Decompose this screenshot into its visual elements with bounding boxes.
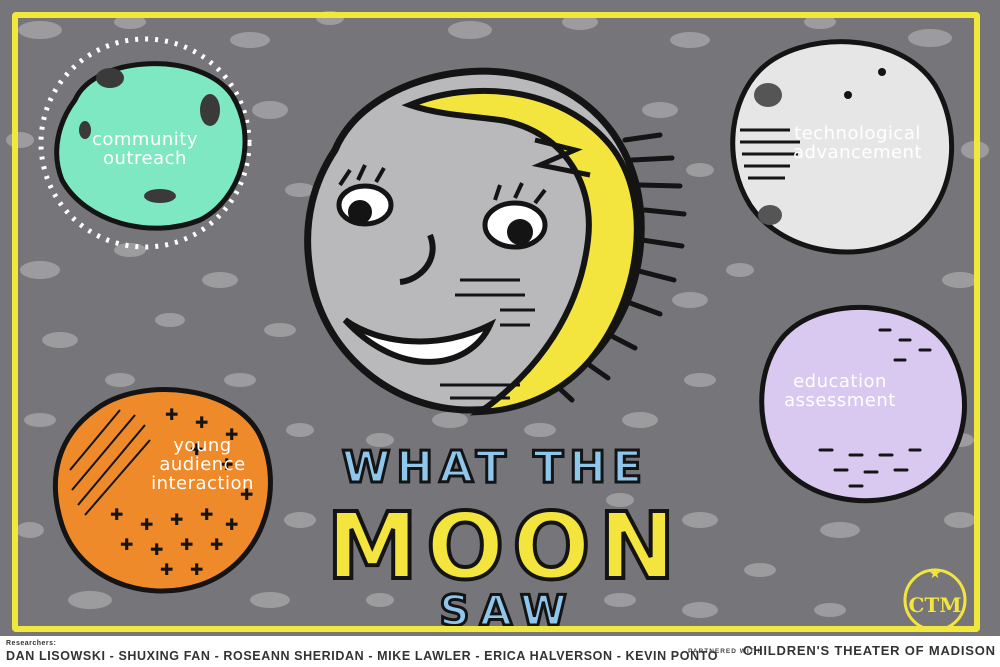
education-assessment-label: education assessment	[784, 371, 896, 411]
young-audience-interaction-label: young audience interaction	[151, 435, 254, 494]
researchers-heading: Researchers:	[6, 640, 57, 647]
poster: ✚ ✚ ✚ ✚ ✚ ✚ ✚ ✚ ✚ ✚ ✚ ✚ ✚ ✚ ✚ ✚ ✚ WHAT T…	[0, 0, 1000, 667]
partner-name: CHILDREN'S THEATER OF MADISON	[743, 643, 996, 658]
researchers-names: DAN LISOWSKI - SHUXING FAN - ROSEANN SHE…	[6, 649, 719, 663]
community-outreach-label: community outreach	[91, 129, 198, 169]
technological-advancement-label: technological advancement	[792, 123, 923, 163]
poster-frame	[12, 12, 980, 632]
